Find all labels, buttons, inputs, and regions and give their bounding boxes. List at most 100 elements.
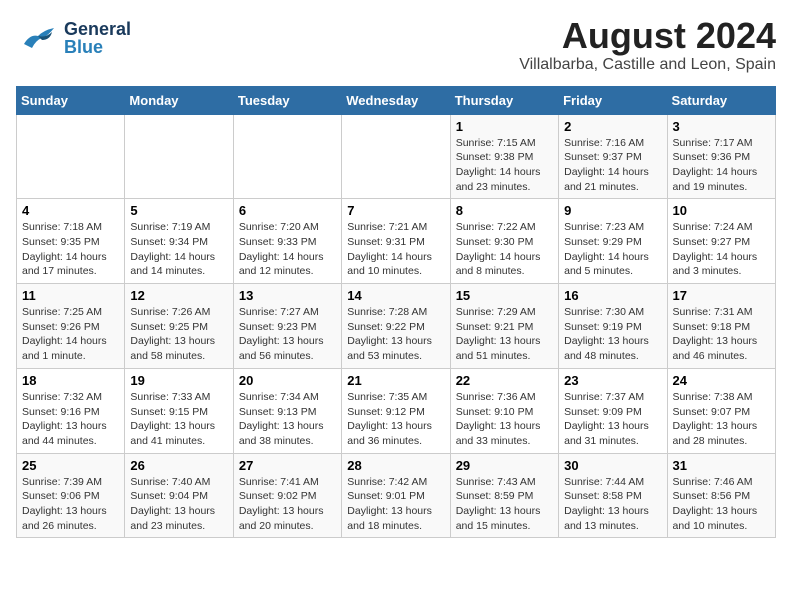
day-info: Sunrise: 7:40 AM Sunset: 9:04 PM Dayligh… [130,475,227,534]
day-info: Sunrise: 7:15 AM Sunset: 9:38 PM Dayligh… [456,136,553,195]
day-info: Sunrise: 7:21 AM Sunset: 9:31 PM Dayligh… [347,220,444,279]
header-cell-tuesday: Tuesday [233,86,341,114]
calendar-cell: 29 Sunrise: 7:43 AM Sunset: 8:59 PM Dayli… [450,453,558,538]
day-number: 12 [130,288,227,303]
day-number: 27 [239,458,336,473]
day-number: 5 [130,203,227,218]
day-info: Sunrise: 7:34 AM Sunset: 9:13 PM Dayligh… [239,390,336,449]
day-number: 6 [239,203,336,218]
day-info: Sunrise: 7:29 AM Sunset: 9:21 PM Dayligh… [456,305,553,364]
calendar-cell: 31 Sunrise: 7:46 AM Sunset: 8:56 PM Dayli… [667,453,775,538]
day-info: Sunrise: 7:19 AM Sunset: 9:34 PM Dayligh… [130,220,227,279]
calendar-cell [125,114,233,199]
day-info: Sunrise: 7:23 AM Sunset: 9:29 PM Dayligh… [564,220,661,279]
calendar-table: SundayMondayTuesdayWednesdayThursdayFrid… [16,86,776,539]
calendar-cell: 10 Sunrise: 7:24 AM Sunset: 9:27 PM Dayli… [667,199,775,284]
page-title: August 2024 [519,16,776,56]
day-number: 29 [456,458,553,473]
day-info: Sunrise: 7:42 AM Sunset: 9:01 PM Dayligh… [347,475,444,534]
day-info: Sunrise: 7:20 AM Sunset: 9:33 PM Dayligh… [239,220,336,279]
calendar-cell: 7 Sunrise: 7:21 AM Sunset: 9:31 PM Daylig… [342,199,450,284]
calendar-cell: 13Sunrise: 7:27 AM Sunset: 9:23 PM Dayli… [233,284,341,369]
day-number: 11 [22,288,119,303]
week-row-3: 11 Sunrise: 7:25 AM Sunset: 9:26 PM Dayli… [17,284,776,369]
day-info: Sunrise: 7:33 AM Sunset: 9:15 PM Dayligh… [130,390,227,449]
day-info: Sunrise: 7:18 AM Sunset: 9:35 PM Dayligh… [22,220,119,279]
page-header: General Blue August 2024 Villalbarba, Ca… [16,16,776,74]
day-number: 25 [22,458,119,473]
day-number: 22 [456,373,553,388]
day-number: 14 [347,288,444,303]
day-number: 18 [22,373,119,388]
calendar-cell: 30 Sunrise: 7:44 AM Sunset: 8:58 PM Dayli… [559,453,667,538]
header-cell-thursday: Thursday [450,86,558,114]
day-number: 17 [673,288,770,303]
day-number: 7 [347,203,444,218]
calendar-cell: 21 Sunrise: 7:35 AM Sunset: 9:12 PM Dayli… [342,368,450,453]
day-number: 19 [130,373,227,388]
day-number: 24 [673,373,770,388]
header-cell-friday: Friday [559,86,667,114]
header-cell-saturday: Saturday [667,86,775,114]
day-number: 21 [347,373,444,388]
day-number: 31 [673,458,770,473]
day-info: Sunrise: 7:32 AM Sunset: 9:16 PM Dayligh… [22,390,119,449]
day-number: 20 [239,373,336,388]
calendar-cell: 27Sunrise: 7:41 AM Sunset: 9:02 PM Dayli… [233,453,341,538]
logo-name: General Blue [64,20,131,56]
day-info: Sunrise: 7:24 AM Sunset: 9:27 PM Dayligh… [673,220,770,279]
logo: General Blue [16,16,131,60]
day-number: 28 [347,458,444,473]
day-info: Sunrise: 7:22 AM Sunset: 9:30 PM Dayligh… [456,220,553,279]
day-info: Sunrise: 7:35 AM Sunset: 9:12 PM Dayligh… [347,390,444,449]
calendar-cell: 25 Sunrise: 7:39 AM Sunset: 9:06 PM Dayli… [17,453,125,538]
calendar-cell [342,114,450,199]
day-info: Sunrise: 7:44 AM Sunset: 8:58 PM Dayligh… [564,475,661,534]
logo-general-text: General [64,20,131,38]
day-number: 9 [564,203,661,218]
day-info: Sunrise: 7:36 AM Sunset: 9:10 PM Dayligh… [456,390,553,449]
day-info: Sunrise: 7:26 AM Sunset: 9:25 PM Dayligh… [130,305,227,364]
day-info: Sunrise: 7:39 AM Sunset: 9:06 PM Dayligh… [22,475,119,534]
day-number: 2 [564,119,661,134]
calendar-cell: 5 Sunrise: 7:19 AM Sunset: 9:34 PM Daylig… [125,199,233,284]
calendar-cell: 23Sunrise: 7:37 AM Sunset: 9:09 PM Dayli… [559,368,667,453]
calendar-cell [17,114,125,199]
calendar-cell: 8Sunrise: 7:22 AM Sunset: 9:30 PM Daylig… [450,199,558,284]
week-row-4: 18 Sunrise: 7:32 AM Sunset: 9:16 PM Dayli… [17,368,776,453]
day-number: 1 [456,119,553,134]
calendar-cell: 2Sunrise: 7:16 AM Sunset: 9:37 PM Daylig… [559,114,667,199]
day-number: 26 [130,458,227,473]
title-block: August 2024 Villalbarba, Castille and Le… [519,16,776,74]
day-number: 16 [564,288,661,303]
day-info: Sunrise: 7:25 AM Sunset: 9:26 PM Dayligh… [22,305,119,364]
page-subtitle: Villalbarba, Castille and Leon, Spain [519,56,776,74]
day-info: Sunrise: 7:28 AM Sunset: 9:22 PM Dayligh… [347,305,444,364]
day-number: 3 [673,119,770,134]
day-info: Sunrise: 7:17 AM Sunset: 9:36 PM Dayligh… [673,136,770,195]
day-info: Sunrise: 7:43 AM Sunset: 8:59 PM Dayligh… [456,475,553,534]
calendar-cell: 26 Sunrise: 7:40 AM Sunset: 9:04 PM Dayli… [125,453,233,538]
day-number: 10 [673,203,770,218]
calendar-cell: 3 Sunrise: 7:17 AM Sunset: 9:36 PM Daylig… [667,114,775,199]
calendar-header: SundayMondayTuesdayWednesdayThursdayFrid… [17,86,776,114]
calendar-cell: 11 Sunrise: 7:25 AM Sunset: 9:26 PM Dayli… [17,284,125,369]
logo-icon [16,16,60,60]
calendar-cell: 15Sunrise: 7:29 AM Sunset: 9:21 PM Dayli… [450,284,558,369]
header-row: SundayMondayTuesdayWednesdayThursdayFrid… [17,86,776,114]
day-number: 30 [564,458,661,473]
calendar-cell: 6 Sunrise: 7:20 AM Sunset: 9:33 PM Daylig… [233,199,341,284]
day-info: Sunrise: 7:31 AM Sunset: 9:18 PM Dayligh… [673,305,770,364]
calendar-cell [233,114,341,199]
week-row-5: 25 Sunrise: 7:39 AM Sunset: 9:06 PM Dayli… [17,453,776,538]
day-info: Sunrise: 7:30 AM Sunset: 9:19 PM Dayligh… [564,305,661,364]
calendar-cell: 17 Sunrise: 7:31 AM Sunset: 9:18 PM Dayli… [667,284,775,369]
day-number: 23 [564,373,661,388]
week-row-1: 1 Sunrise: 7:15 AM Sunset: 9:38 PM Daylig… [17,114,776,199]
day-info: Sunrise: 7:46 AM Sunset: 8:56 PM Dayligh… [673,475,770,534]
calendar-cell: 19 Sunrise: 7:33 AM Sunset: 9:15 PM Dayli… [125,368,233,453]
calendar-cell: 24Sunrise: 7:38 AM Sunset: 9:07 PM Dayli… [667,368,775,453]
calendar-cell: 20 Sunrise: 7:34 AM Sunset: 9:13 PM Dayli… [233,368,341,453]
calendar-cell: 4Sunrise: 7:18 AM Sunset: 9:35 PM Daylig… [17,199,125,284]
calendar-cell: 14 Sunrise: 7:28 AM Sunset: 9:22 PM Dayli… [342,284,450,369]
